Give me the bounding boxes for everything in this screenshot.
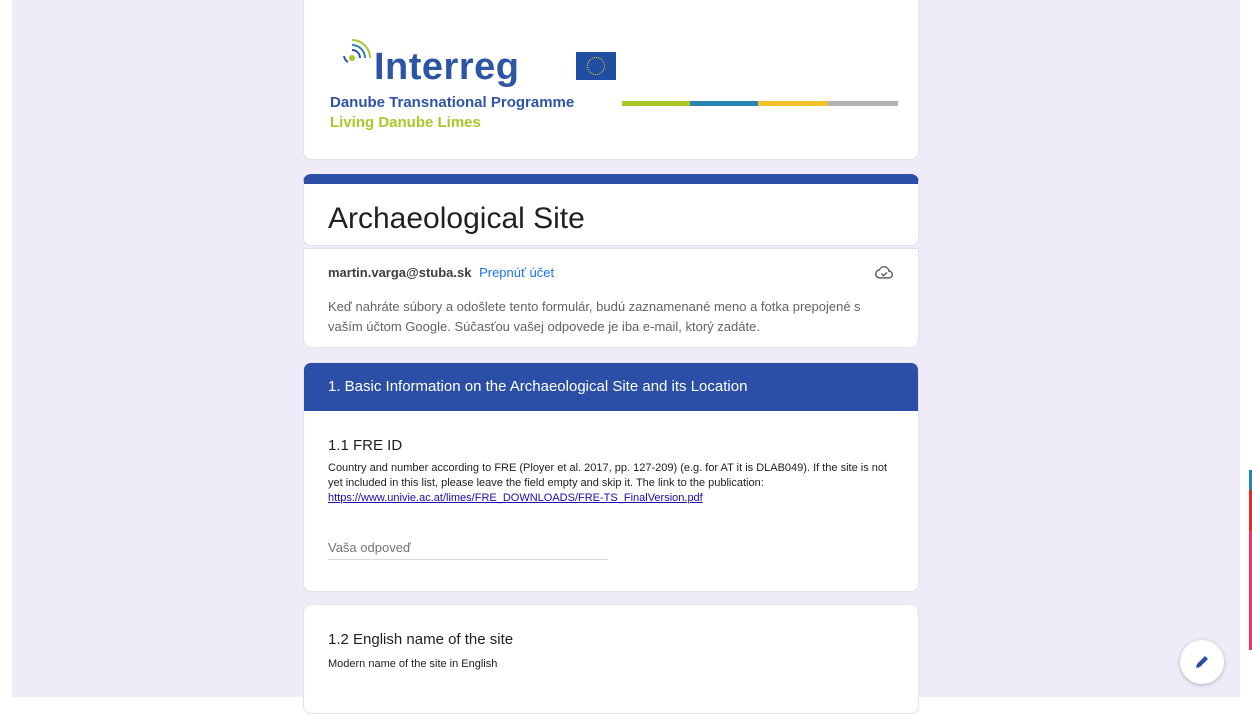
stripe-green [622, 101, 690, 106]
question-title-english-name: 1.2 English name of the site [328, 631, 514, 648]
account-notice: Keď nahráte súbory a odošlete tento form… [328, 299, 861, 334]
title-card: Archaeological Site [303, 174, 919, 246]
question-card-english-name: 1.2 English name of the site Modern name… [303, 604, 919, 714]
fre-id-input[interactable] [328, 535, 608, 560]
question-description-english-name: Modern name of the site in English [328, 658, 498, 670]
interreg-logo: Interreg Danube Transnational Programme … [330, 32, 616, 142]
header-card: Interreg Danube Transnational Programme … [303, 0, 919, 160]
account-card: martin.varga@stuba.sk Prepnúť účet Keď n… [303, 248, 919, 348]
section-title: 1. Basic Information on the Archaeologic… [328, 378, 748, 395]
left-gutter [0, 0, 12, 697]
logo-subtitle-programme: Danube Transnational Programme [330, 94, 575, 111]
logo-subtitle-project: Living Danube Limes [330, 114, 481, 131]
account-email: martin.varga@stuba.sk [328, 265, 472, 280]
right-edge [1240, 0, 1252, 697]
publication-link[interactable]: https://www.univie.ac.at/limes/FRE_DOWNL… [328, 492, 703, 504]
logo-word: Interreg [374, 46, 520, 88]
question-description-fre-id: Country and number according to FRE (Plo… [328, 461, 898, 506]
signal-waves-icon [343, 39, 371, 63]
section-header: 1. Basic Information on the Archaeologic… [304, 363, 918, 411]
page-title: Archaeological Site [328, 202, 585, 235]
stripe-grey [828, 101, 898, 106]
pencil-icon [1196, 656, 1208, 668]
cloud-save-icon[interactable] [874, 263, 894, 281]
eu-flag-icon [576, 52, 616, 80]
section-card: 1. Basic Information on the Archaeologic… [303, 362, 919, 592]
stripe-blue [690, 101, 758, 106]
question-description-text: Country and number according to FRE (Plo… [328, 462, 888, 489]
account-line: martin.varga@stuba.sk Prepnúť účet [328, 265, 554, 280]
switch-account-link[interactable]: Prepnúť účet [479, 265, 554, 280]
question-title-fre-id: 1.1 FRE ID [328, 437, 403, 454]
edit-button[interactable] [1180, 640, 1224, 684]
stripe-yellow [758, 101, 828, 106]
